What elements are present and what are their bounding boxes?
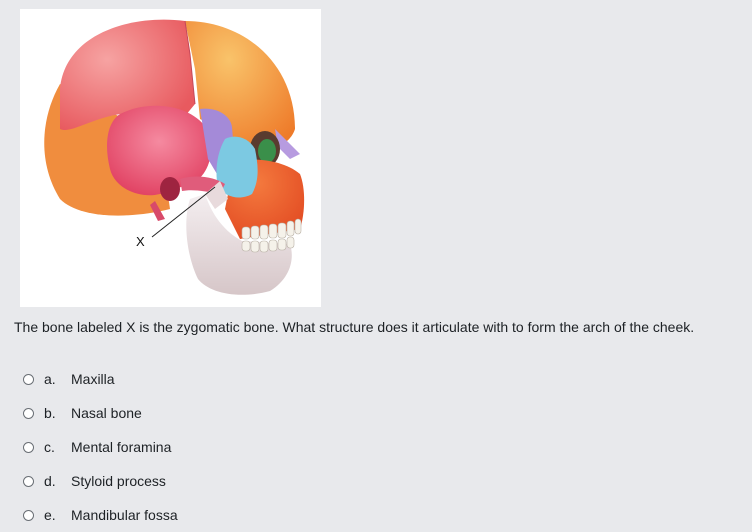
ear-canal [160,177,180,201]
answer-text: Maxilla [71,371,115,387]
radio-button[interactable] [23,441,34,453]
label-x: X [136,234,145,249]
skull-figure: X [20,9,321,307]
answer-text: Styloid process [71,473,166,489]
answer-text: Mandibular fossa [71,507,178,523]
answer-letter: e. [44,507,56,523]
answer-list: a. Maxilla b. Nasal bone c. Mental foram… [23,362,178,532]
answer-option-d[interactable]: d. Styloid process [23,464,178,498]
answer-text: Nasal bone [71,405,142,421]
answer-option-b[interactable]: b. Nasal bone [23,396,178,430]
radio-button[interactable] [23,475,34,487]
orbit-inner [258,139,276,163]
skull-illustration: X [44,19,305,295]
answer-letter: a. [44,371,56,387]
question-text: The bone labeled X is the zygomatic bone… [14,319,695,335]
radio-button[interactable] [23,407,34,419]
radio-button[interactable] [23,509,34,521]
answer-letter: d. [44,473,56,489]
answer-letter: c. [44,439,55,455]
radio-button[interactable] [23,373,34,385]
answer-option-a[interactable]: a. Maxilla [23,362,178,396]
answer-option-c[interactable]: c. Mental foramina [23,430,178,464]
answer-option-e[interactable]: e. Mandibular fossa [23,498,178,532]
answer-letter: b. [44,405,56,421]
answer-text: Mental foramina [71,439,172,455]
